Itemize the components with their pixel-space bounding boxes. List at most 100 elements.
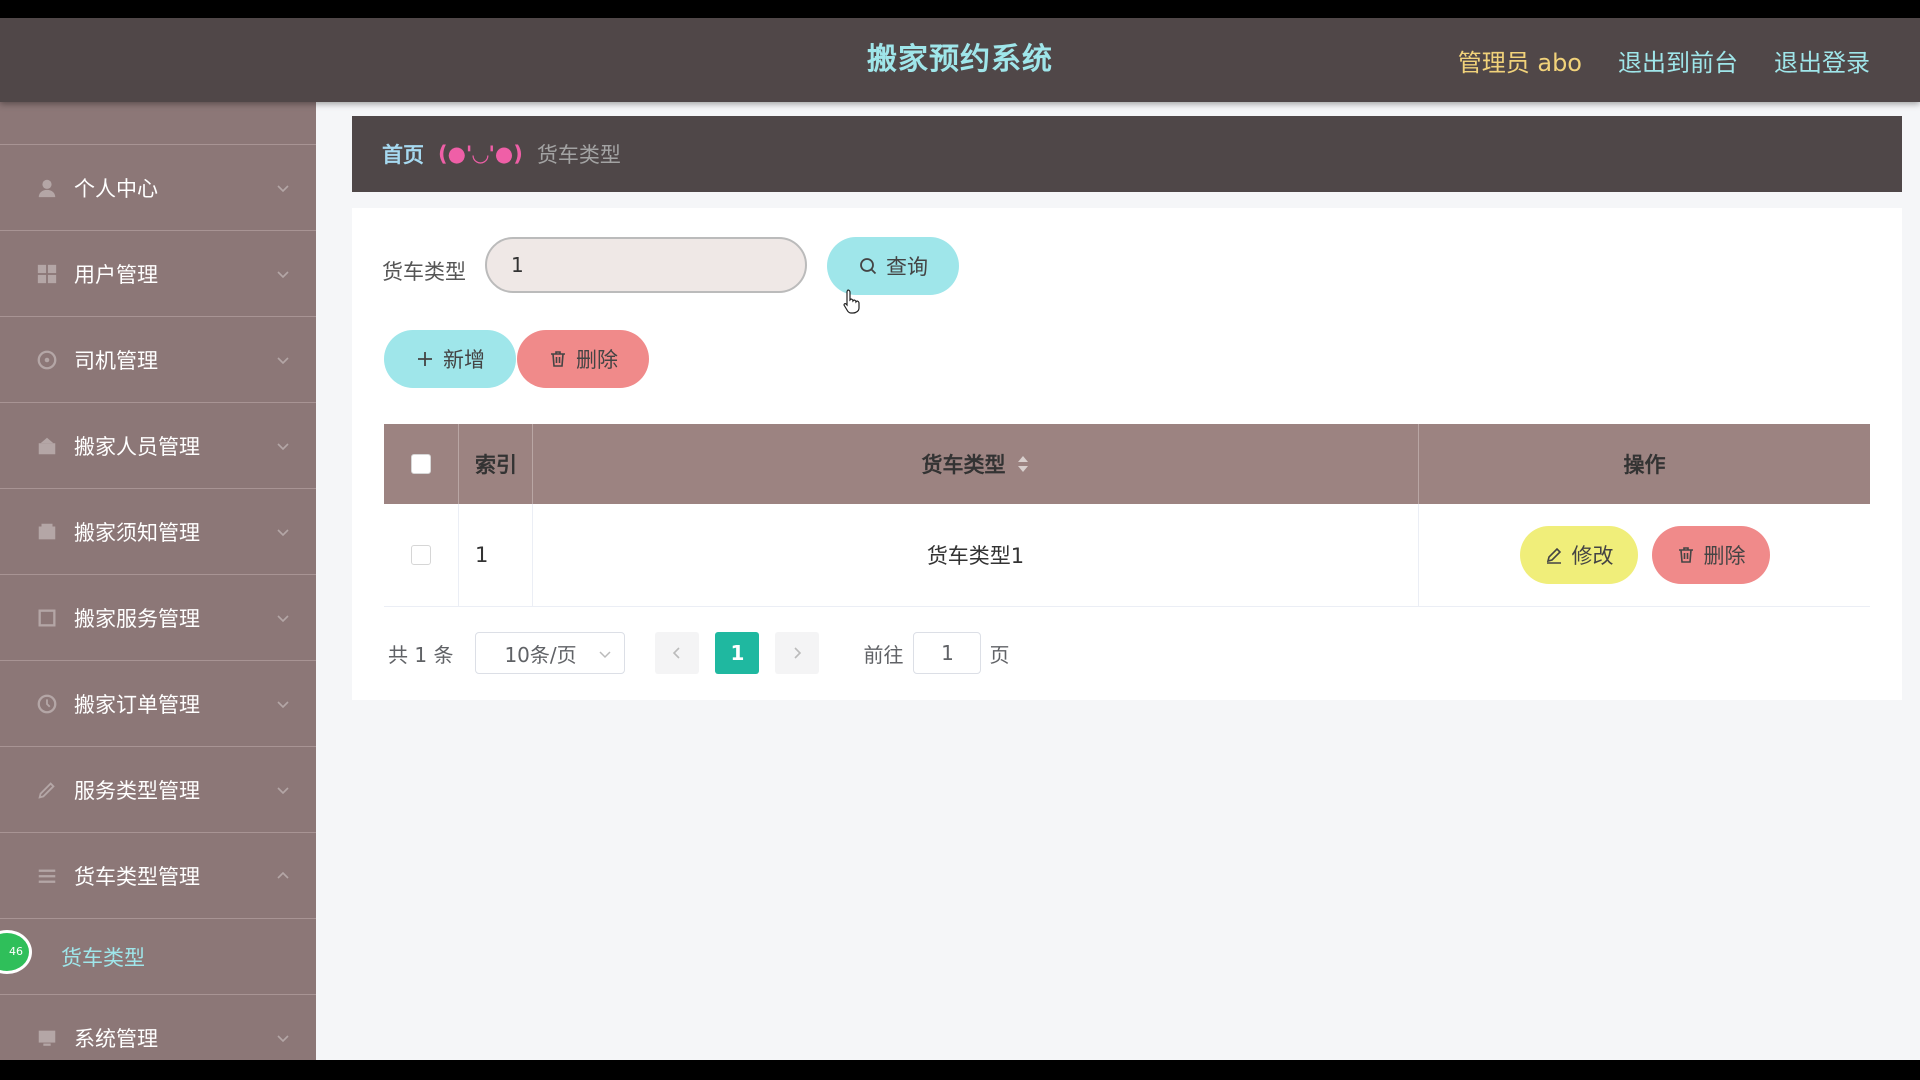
sidebar-top-spacer [0, 102, 316, 145]
truck-type-table: 索引 货车类型 操作 1 货车类型1 修改 删除 [384, 424, 1870, 607]
sidebar-item-label: 搬家人员管理 [74, 434, 200, 459]
row-delete-button-label: 删除 [1703, 544, 1746, 568]
trash-icon [551, 351, 565, 367]
column-header-index: 索引 [459, 424, 533, 504]
edit-button-label: 修改 [1571, 544, 1614, 568]
sidebar-item-driver-management[interactable]: 司机管理 [0, 317, 316, 403]
batch-delete-button-label: 删除 [576, 348, 618, 372]
sidebar-item-user-management[interactable]: 用户管理 [0, 231, 316, 317]
header-checkbox-cell [384, 424, 459, 504]
trash-icon [1678, 547, 1693, 563]
breadcrumb-current: 货车类型 [536, 143, 621, 167]
grid-icon [36, 263, 58, 285]
chevron-down-icon [277, 528, 289, 536]
select-all-checkbox[interactable] [411, 454, 431, 474]
row-truck-type: 货车类型1 [533, 504, 1419, 606]
sidebar-item-label: 个人中心 [74, 176, 158, 201]
order-icon [36, 693, 58, 715]
sidebar-item-label: 服务类型管理 [74, 778, 200, 803]
chevron-down-icon [599, 651, 611, 659]
truck-type-search-input[interactable] [485, 237, 807, 293]
front-page-link[interactable]: 退出到前台 [1618, 43, 1738, 78]
sidebar-item-service-type-management[interactable]: 服务类型管理 [0, 747, 316, 833]
row-delete-button[interactable]: 删除 [1651, 526, 1770, 584]
add-button-label: 新增 [443, 348, 485, 372]
batch-delete-button[interactable]: 删除 [517, 330, 649, 388]
chevron-left-icon [673, 647, 681, 659]
steering-icon [36, 349, 58, 371]
goto-page-input[interactable] [913, 632, 982, 674]
sidebar-item-label: 搬家订单管理 [74, 692, 200, 717]
page-size-select[interactable]: 10条/页 [475, 632, 626, 674]
row-checkbox[interactable] [411, 545, 431, 565]
prev-page-button[interactable] [655, 632, 700, 674]
chevron-down-icon [277, 270, 289, 278]
edit-button[interactable]: 修改 [1519, 526, 1638, 584]
chevron-down-icon [277, 442, 289, 450]
page-size-value: 10条/页 [504, 642, 577, 667]
mouse-pointer-icon [843, 289, 860, 314]
sidebar-item-label: 货车类型管理 [74, 864, 200, 889]
sidebar-item-label: 用户管理 [74, 262, 158, 287]
next-page-button[interactable] [775, 632, 820, 674]
row-checkbox-cell [384, 504, 459, 606]
logout-link[interactable]: 退出登录 [1774, 43, 1870, 78]
chevron-down-icon [277, 184, 289, 192]
list-icon [36, 865, 58, 887]
sidebar-item-label: 搬家须知管理 [74, 520, 200, 545]
sidebar-item-label: 系统管理 [74, 1026, 158, 1051]
breadcrumb-home[interactable]: 首页 [382, 139, 424, 169]
table-row: 1 货车类型1 修改 删除 [384, 504, 1870, 607]
chevron-down-icon [277, 356, 289, 364]
column-header-truck-type[interactable]: 货车类型 [533, 424, 1419, 504]
sidebar-item-mover-management[interactable]: 搬家人员管理 [0, 403, 316, 489]
row-actions: 修改 删除 [1419, 504, 1870, 606]
search-label: 货车类型 [382, 260, 466, 284]
breadcrumb-separator: (●'◡'●) [438, 142, 523, 166]
sidebar-item-service-management[interactable]: 搬家服务管理 [0, 575, 316, 661]
column-header-truck-type-label: 货车类型 [921, 453, 1006, 477]
tag-icon [36, 779, 58, 801]
system-icon [36, 1027, 58, 1049]
sidebar-item-label: 搬家服务管理 [74, 606, 200, 631]
notice-icon [36, 521, 58, 543]
chevron-down-icon [277, 614, 289, 622]
admin-label: 管理员 abo [1457, 48, 1582, 77]
submenu-item-truck-type[interactable]: 货车类型 [0, 919, 316, 995]
chevron-down-icon [277, 1034, 289, 1042]
query-button-label: 查询 [886, 255, 928, 279]
worker-icon [36, 435, 58, 457]
query-button[interactable]: 查询 [827, 237, 959, 295]
sidebar-item-truck-type-management[interactable]: 货车类型管理 [0, 833, 316, 919]
chevron-down-icon [277, 786, 289, 794]
edit-icon [1546, 547, 1561, 564]
sidebar-item-system-management[interactable]: 系统管理 [0, 995, 316, 1060]
user-icon [36, 177, 58, 199]
sort-icon[interactable] [1016, 454, 1030, 474]
sidebar-item-label: 司机管理 [74, 348, 158, 373]
search-icon [860, 258, 877, 275]
content-panel: 货车类型 查询 新增 删除 索引 货车类型 操作 [352, 208, 1902, 700]
chevron-down-icon [277, 700, 289, 708]
chevron-right-icon [794, 647, 802, 659]
service-icon [36, 607, 58, 629]
row-index: 1 [459, 504, 533, 606]
page-number-current[interactable]: 1 [715, 632, 760, 674]
sidebar-item-notice-management[interactable]: 搬家须知管理 [0, 489, 316, 575]
app-screen: 搬家预约系统 管理员 abo 退出到前台 退出登录 个人中心 用户管理 司机管理… [0, 18, 1920, 1060]
plus-icon [418, 352, 432, 366]
breadcrumb: 首页 (●'◡'●) 货车类型 [352, 116, 1902, 192]
pagination-total: 共 1 条 [388, 642, 454, 667]
column-header-actions: 操作 [1623, 453, 1666, 477]
table-header: 索引 货车类型 操作 [384, 424, 1870, 504]
sidebar-item-order-management[interactable]: 搬家订单管理 [0, 661, 316, 747]
top-header: 搬家预约系统 管理员 abo 退出到前台 退出登录 [0, 18, 1920, 102]
sidebar: 个人中心 用户管理 司机管理 搬家人员管理 搬家须知管理 搬家服务管理 搬家订单… [0, 102, 316, 1060]
add-button[interactable]: 新增 [384, 330, 516, 388]
chevron-up-icon [277, 871, 289, 879]
page-suffix: 页 [989, 642, 1010, 667]
sidebar-item-personal-center[interactable]: 个人中心 [0, 145, 316, 231]
goto-label: 前往 [863, 642, 904, 667]
header-actions: 管理员 abo 退出到前台 退出登录 [1458, 18, 1870, 102]
pagination: 共 1 条 10条/页 1 前往 页 [388, 632, 1009, 674]
